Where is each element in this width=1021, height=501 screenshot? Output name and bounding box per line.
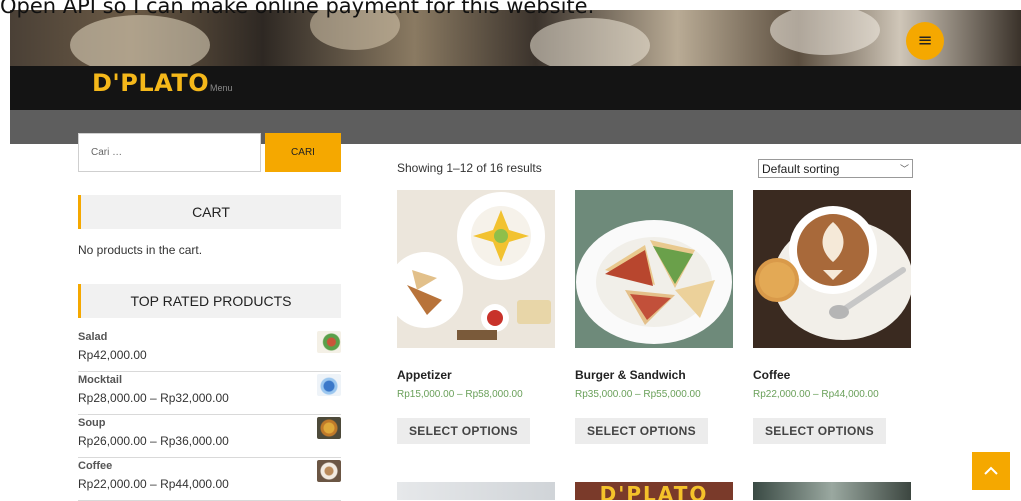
- product-price: Rp15,000.00 – Rp58,000.00: [397, 389, 523, 400]
- product-price: Rp22,000.00 – Rp44,000.00: [753, 389, 879, 400]
- instruction-caption: Open API so I can make online payment fo…: [0, 0, 595, 18]
- product-name[interactable]: Salad: [78, 331, 107, 343]
- product-image[interactable]: [753, 482, 911, 500]
- list-item[interactable]: Soup Rp26,000.00 – Rp36,000.00: [78, 415, 341, 458]
- cart-widget-title: CART: [78, 195, 341, 229]
- product-price: Rp42,000.00: [78, 348, 147, 362]
- nav-menu-link[interactable]: Menu: [210, 83, 233, 93]
- product-name[interactable]: Mocktail: [78, 374, 122, 386]
- product-price: Rp22,000.00 – Rp44,000.00: [78, 477, 229, 491]
- hamburger-menu-button[interactable]: ≡: [906, 22, 944, 60]
- product-card: Coffee Rp22,000.00 – Rp44,000.00 SELECT …: [753, 190, 911, 444]
- product-card: Burger & Sandwich Rp35,000.00 – Rp55,000…: [575, 190, 733, 444]
- hamburger-icon: ≡: [917, 30, 933, 51]
- top-rated-widget-title: TOP RATED PRODUCTS: [78, 284, 341, 318]
- salad-thumbnail[interactable]: [317, 331, 341, 353]
- appetizer-image[interactable]: [397, 190, 555, 348]
- list-item[interactable]: Coffee Rp22,000.00 – Rp44,000.00: [78, 458, 341, 501]
- mocktail-thumbnail[interactable]: [317, 374, 341, 396]
- product-title[interactable]: Coffee: [753, 368, 911, 382]
- coffee-image[interactable]: [753, 190, 911, 348]
- product-card: Appetizer Rp15,000.00 – Rp58,000.00 SELE…: [397, 190, 555, 444]
- scroll-to-top-button[interactable]: [972, 452, 1010, 490]
- chevron-down-icon: ﹀: [899, 164, 909, 174]
- search-input[interactable]: [78, 133, 261, 172]
- dplato-banner-text: D'PLATO: [599, 482, 709, 500]
- list-item[interactable]: Mocktail Rp28,000.00 – Rp32,000.00: [78, 372, 341, 415]
- result-count: Showing 1–12 of 16 results: [397, 161, 542, 175]
- product-price: Rp28,000.00 – Rp32,000.00: [78, 391, 229, 405]
- product-image[interactable]: D'PLATO: [575, 482, 733, 500]
- product-price: Rp26,000.00 – Rp36,000.00: [78, 434, 229, 448]
- select-options-button[interactable]: SELECT OPTIONS: [397, 418, 530, 444]
- soup-thumbnail[interactable]: [317, 417, 341, 439]
- navbar: D'PLATO Menu: [10, 66, 1021, 110]
- product-name[interactable]: Coffee: [78, 460, 112, 472]
- product-title[interactable]: Appetizer: [397, 368, 555, 382]
- burger-sandwich-image[interactable]: [575, 190, 733, 348]
- list-item[interactable]: Salad Rp42,000.00: [78, 329, 341, 372]
- select-options-button[interactable]: SELECT OPTIONS: [753, 418, 886, 444]
- cart-empty-text: No products in the cart.: [78, 243, 203, 257]
- hero-banner: [10, 10, 1021, 66]
- product-name[interactable]: Soup: [78, 417, 106, 429]
- product-title[interactable]: Burger & Sandwich: [575, 368, 733, 382]
- coffee-thumbnail[interactable]: [317, 460, 341, 482]
- site-logo[interactable]: D'PLATO: [92, 69, 209, 97]
- sort-select-value: Default sorting: [762, 161, 840, 176]
- product-price: Rp35,000.00 – Rp55,000.00: [575, 389, 701, 400]
- search-button[interactable]: CARI: [265, 133, 341, 172]
- sort-select[interactable]: Default sorting ﹀: [758, 159, 913, 178]
- chevron-up-icon: [984, 466, 998, 475]
- top-rated-list: Salad Rp42,000.00 Mocktail Rp28,000.00 –…: [78, 329, 341, 501]
- product-image[interactable]: [397, 482, 555, 500]
- select-options-button[interactable]: SELECT OPTIONS: [575, 418, 708, 444]
